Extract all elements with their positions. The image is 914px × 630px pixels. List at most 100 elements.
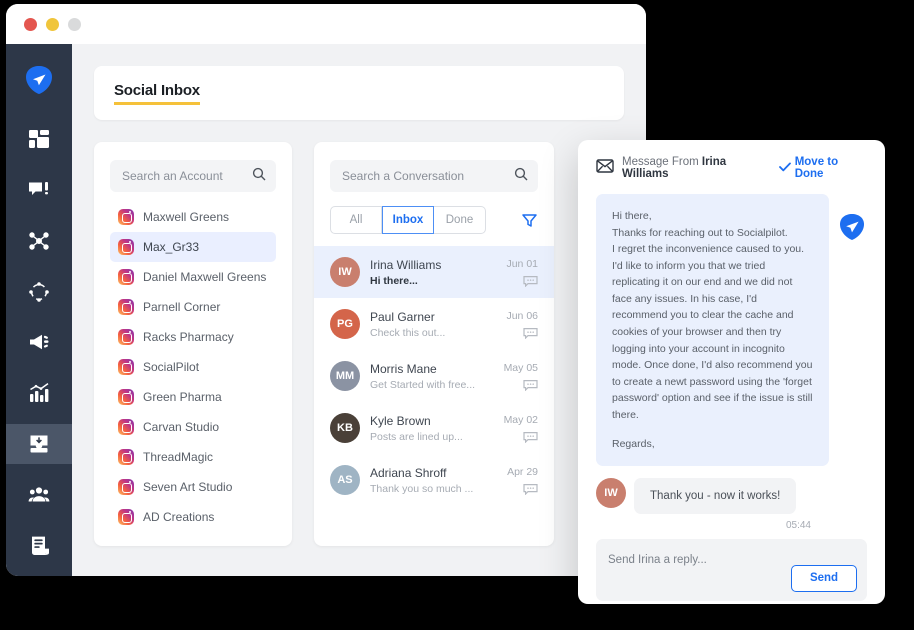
- tab-inbox[interactable]: Inbox: [382, 206, 434, 234]
- account-name: SocialPilot: [143, 360, 200, 374]
- avatar: IW: [330, 257, 360, 287]
- dashboard-grid-icon: [28, 128, 50, 150]
- conversation-list-item[interactable]: MM Morris Mane Get Started with free... May…: [314, 350, 554, 402]
- network-share-icon: [28, 230, 50, 252]
- account-name: Racks Pharmacy: [143, 330, 234, 344]
- account-list-item[interactable]: Maxwell Greens: [110, 202, 276, 232]
- conversation-preview: Hi there...: [370, 274, 418, 287]
- instagram-icon: [118, 389, 134, 405]
- account-list-item[interactable]: Max_Gr33: [110, 232, 276, 262]
- sidebar-item-reports[interactable]: [6, 525, 72, 566]
- account-search-placeholder: Search an Account: [122, 169, 223, 183]
- conversation-preview: Get Started with free...: [370, 378, 476, 391]
- reply-input-placeholder: Send Irina a reply...: [608, 554, 707, 567]
- account-list-item[interactable]: ThreadMagic: [110, 442, 276, 472]
- reply-message-row: IW Thank you - now it works!: [596, 478, 867, 515]
- conversation-list-item[interactable]: AS Adriana Shroff Thank you so much ... Apr…: [314, 454, 554, 506]
- instagram-icon: [118, 479, 134, 495]
- comment-bubble-icon: [506, 327, 538, 339]
- filter-funnel-icon[interactable]: [521, 212, 538, 229]
- conversation-name: Adriana Shroff: [370, 465, 447, 480]
- comment-bubble-icon: [504, 431, 538, 443]
- conversation-name: Kyle Brown: [370, 413, 431, 428]
- account-list-item[interactable]: SocialPilot: [110, 352, 276, 382]
- account-name: Maxwell Greens: [143, 210, 230, 224]
- team-people-icon: [28, 484, 50, 506]
- reply-composer[interactable]: Send Irina a reply... Send: [596, 539, 867, 602]
- message-paragraph: Thanks for reaching out to Socialpilot.: [612, 226, 788, 239]
- conversation-text: Morris Mane Get Started with free...: [370, 362, 494, 391]
- conversation-search[interactable]: Search a Conversation: [330, 160, 538, 192]
- conversation-date: Apr 29: [507, 465, 538, 478]
- account-list: Maxwell Greens Max_Gr33 Daniel Maxwell Gre…: [110, 202, 276, 532]
- send-button[interactable]: Send: [791, 565, 857, 593]
- instagram-icon: [118, 269, 134, 285]
- reply-message-bubble: Thank you - now it works!: [634, 478, 797, 515]
- report-document-icon: [28, 535, 50, 557]
- account-search[interactable]: Search an Account: [110, 160, 276, 192]
- conversation-text: Irina Williams Hi there...: [370, 258, 496, 287]
- conversations-panel: Search a Conversation All Inbox Done IW …: [314, 142, 554, 546]
- conversation-name: Paul Garner: [370, 309, 435, 324]
- sync-circle-icon: [28, 281, 50, 303]
- account-list-item[interactable]: AD Creations: [110, 502, 276, 532]
- tab-all[interactable]: All: [330, 206, 382, 234]
- window-titlebar: [6, 4, 646, 44]
- search-icon: [252, 167, 266, 186]
- message-header: Message From Irina Williams Move to Done: [596, 156, 867, 180]
- reply-timestamp: 05:44: [785, 520, 811, 532]
- instagram-icon: [118, 449, 134, 465]
- avatar: KB: [330, 413, 360, 443]
- window-close-button[interactable]: [24, 17, 37, 31]
- sidebar-item-social-inbox[interactable]: [6, 423, 72, 465]
- tab-done[interactable]: Done: [434, 206, 486, 234]
- conversation-date: Jun 06: [506, 309, 538, 322]
- account-name: ThreadMagic: [143, 450, 214, 464]
- analytics-chart-icon: [28, 382, 50, 404]
- sidebar-item-team[interactable]: [6, 474, 72, 515]
- sidebar-item-content[interactable]: [6, 220, 72, 261]
- sidebar-item-socialpilot-logo[interactable]: [6, 60, 72, 101]
- conversation-preview: Posts are lined up...: [370, 430, 463, 443]
- account-list-item[interactable]: Parnell Corner: [110, 292, 276, 322]
- account-list-item[interactable]: Carvan Studio: [110, 412, 276, 442]
- account-name: Parnell Corner: [143, 300, 221, 314]
- conversation-meta: Jun 06: [506, 310, 538, 339]
- account-list-item[interactable]: Green Pharma: [110, 382, 276, 412]
- move-to-done-button[interactable]: Move to Done: [778, 156, 867, 180]
- account-list-item[interactable]: Daniel Maxwell Greens: [110, 262, 276, 292]
- incoming-message-row: Hi there, Thanks for reaching out to Soci…: [596, 194, 867, 467]
- instagram-icon: [118, 359, 134, 375]
- account-name: Max_Gr33: [143, 240, 200, 254]
- sidebar-item-dashboard[interactable]: [6, 119, 72, 160]
- instagram-icon: [118, 209, 134, 225]
- window-maximize-button[interactable]: [68, 17, 81, 31]
- sidebar-item-advertise[interactable]: [6, 322, 72, 363]
- avatar: IW: [596, 478, 626, 509]
- conversation-list-item[interactable]: KB Kyle Brown Posts are lined up... May 02: [314, 402, 554, 454]
- screenshot-stage: Social Inbox Search an Account Maxwell G…: [0, 0, 914, 630]
- conversation-list-item[interactable]: IW Irina Williams Hi there... Jun 01: [314, 246, 554, 298]
- conversation-list-item[interactable]: PG Paul Garner Check this out... Jun 06: [314, 298, 554, 350]
- avatar: PG: [330, 309, 360, 339]
- page-title: Social Inbox: [114, 82, 200, 105]
- compose-message-icon: [28, 179, 50, 201]
- panels-row: Search an Account Maxwell Greens Max_Gr33…: [94, 142, 646, 546]
- conversation-list: IW Irina Williams Hi there... Jun 01 PG Paul …: [314, 246, 554, 506]
- message-paragraph: I regret the inconvenience caused to you…: [612, 243, 813, 421]
- conversation-date: May 02: [503, 413, 538, 426]
- instagram-icon: [118, 509, 134, 525]
- sidebar-item-compose[interactable]: [6, 170, 72, 211]
- search-icon: [514, 167, 528, 186]
- conversation-date: May 05: [503, 361, 538, 374]
- account-list-item[interactable]: Racks Pharmacy: [110, 322, 276, 352]
- megaphone-icon: [28, 331, 50, 353]
- check-icon: [778, 162, 791, 175]
- message-paragraph: Hi there,: [612, 210, 652, 222]
- message-from-label: Message From Irina Williams: [622, 156, 771, 180]
- window-minimize-button[interactable]: [46, 17, 59, 31]
- sidebar-item-analytics[interactable]: [6, 373, 72, 414]
- sidebar-item-curate[interactable]: [6, 271, 72, 312]
- account-list-item[interactable]: Seven Art Studio: [110, 472, 276, 502]
- conversation-name: Irina Williams: [370, 257, 442, 272]
